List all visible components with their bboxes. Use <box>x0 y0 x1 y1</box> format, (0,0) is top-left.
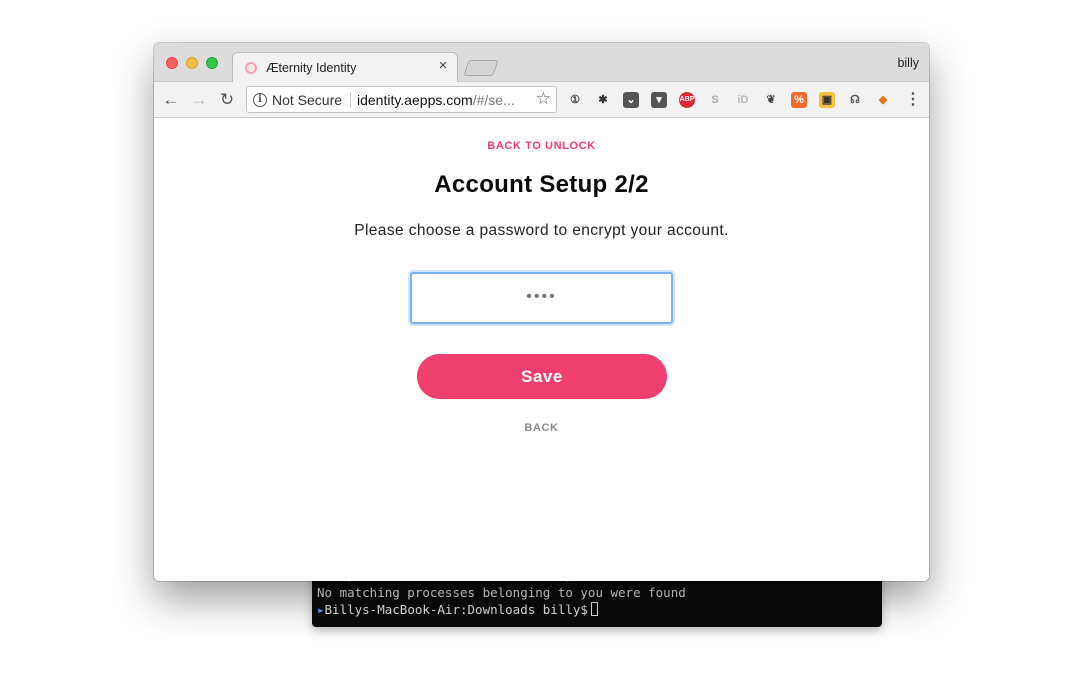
tab-close-icon[interactable]: × <box>435 58 451 74</box>
browser-tab-active[interactable]: Æternity Identity × <box>232 52 458 83</box>
minimize-window-button[interactable] <box>186 57 198 69</box>
terminal-output-line: No matching processes belonging to you w… <box>317 585 686 600</box>
back-arrow-icon[interactable]: ← <box>160 89 182 111</box>
page-subtitle: Please choose a password to encrypt your… <box>354 222 729 239</box>
metamask-icon[interactable]: ◆ <box>875 92 891 108</box>
security-label[interactable]: Not Secure <box>272 92 342 108</box>
bookmark-star-icon[interactable]: ☆ <box>536 89 551 109</box>
title-bar: Æternity Identity × billy <box>154 43 929 83</box>
adblock-plus-icon[interactable]: ABP <box>679 92 695 108</box>
pocket-icon[interactable]: ⌄ <box>623 92 639 108</box>
password-input[interactable]: •••• <box>410 272 673 324</box>
url-path: /#/se... <box>472 92 515 108</box>
new-tab-button[interactable] <box>463 60 499 76</box>
id-extension-icon[interactable]: iD <box>735 92 751 108</box>
browser-toolbar: ← → ↻ i Not Secure identity.aepps.com/#/… <box>154 82 929 118</box>
terminal-prompt-line[interactable]: ▸Billys-MacBook-Air:Downloads billy$ <box>317 601 882 618</box>
address-separator <box>350 92 351 108</box>
url-text[interactable]: identity.aepps.com/#/se... <box>357 92 527 108</box>
terminal-prompt: Billys-MacBook-Air:Downloads billy$ <box>324 602 588 617</box>
aeternity-favicon-icon <box>245 62 257 74</box>
percent-extension-icon[interactable]: % <box>791 92 807 108</box>
reload-icon[interactable]: ↻ <box>216 89 238 111</box>
terminal-cursor <box>590 602 598 616</box>
prompt-arrow-icon: ▸ <box>317 602 325 617</box>
page-title: Account Setup 2/2 <box>434 171 649 198</box>
back-to-unlock-link[interactable]: BACK TO UNLOCK <box>154 140 929 152</box>
ghost-extension-icon[interactable]: ☊ <box>847 92 863 108</box>
close-window-button[interactable] <box>166 57 178 69</box>
zoom-window-button[interactable] <box>206 57 218 69</box>
browser-menu-icon[interactable]: ⋮ <box>905 90 921 110</box>
bitwarden-icon[interactable]: ▾ <box>651 92 667 108</box>
forward-arrow-icon[interactable]: → <box>188 89 210 111</box>
back-link[interactable]: BACK <box>154 422 929 434</box>
profile-name[interactable]: billy <box>897 56 919 70</box>
skype-icon[interactable]: S <box>707 92 723 108</box>
evernote-icon[interactable]: ❦ <box>763 92 779 108</box>
browser-window: Æternity Identity × billy ← → ↻ i Not Se… <box>154 43 929 581</box>
1password-icon[interactable]: ① <box>567 92 583 108</box>
info-icon[interactable]: i <box>253 93 267 107</box>
save-button[interactable]: Save <box>417 354 667 399</box>
address-bar[interactable]: i Not Secure identity.aepps.com/#/se... … <box>246 86 557 113</box>
asterisk-extension-icon[interactable]: ✱ <box>595 92 611 108</box>
clipboard-extension-icon[interactable]: ▣ <box>819 92 835 108</box>
url-host: identity.aepps.com <box>357 92 473 108</box>
tab-title: Æternity Identity <box>266 61 357 75</box>
page-content: BACK TO UNLOCK Account Setup 2/2 Please … <box>154 118 929 581</box>
